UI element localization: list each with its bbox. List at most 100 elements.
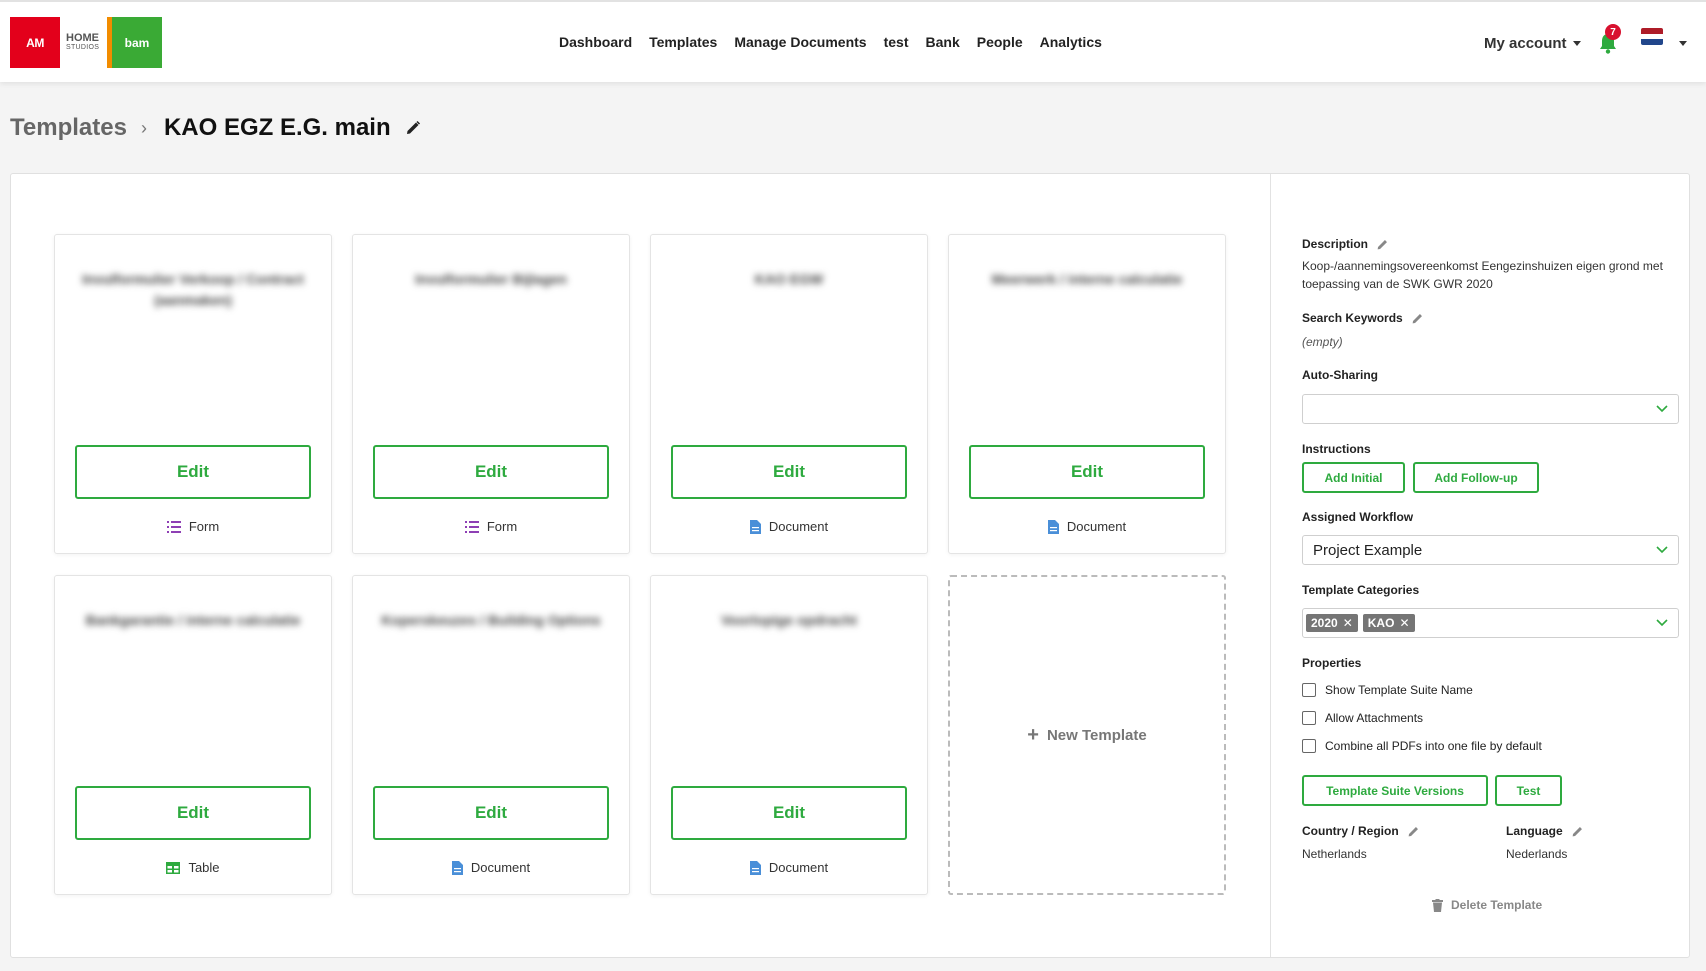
template-type: Document bbox=[651, 860, 927, 875]
chevron-right-icon: › bbox=[140, 117, 147, 138]
language-label-text: Language bbox=[1506, 824, 1563, 838]
netherlands-flag-icon[interactable] bbox=[1641, 28, 1663, 45]
search-keywords-label: Search Keywords bbox=[1302, 311, 1424, 325]
nav-people[interactable]: People bbox=[977, 34, 1023, 50]
edit-button[interactable]: Edit bbox=[969, 445, 1205, 499]
remove-chip-icon[interactable]: ✕ bbox=[1399, 616, 1409, 630]
chevron-down-icon bbox=[1656, 405, 1668, 413]
template-card: Bankgarantie / interne calculatie Edit T… bbox=[54, 575, 332, 895]
nav-analytics[interactable]: Analytics bbox=[1040, 34, 1102, 50]
edit-button[interactable]: Edit bbox=[75, 786, 311, 840]
description-label-text: Description bbox=[1302, 237, 1369, 251]
template-type-label: Document bbox=[1066, 519, 1127, 534]
assigned-workflow-select[interactable]: Project Example bbox=[1302, 535, 1679, 565]
remove-chip-icon[interactable]: ✕ bbox=[1343, 616, 1353, 630]
template-categories-select[interactable]: 2020 ✕ KAO ✕ bbox=[1302, 608, 1679, 638]
language-value: Nederlands bbox=[1506, 847, 1568, 861]
template-card: Koperskeuzes / Building Options Edit Doc… bbox=[352, 575, 630, 895]
main-nav: Dashboard Templates Manage Documents tes… bbox=[559, 34, 1119, 50]
delete-template-button[interactable]: Delete Template bbox=[1432, 898, 1542, 912]
template-card-title: Meerwerk / interne calculatie bbox=[991, 271, 1183, 287]
edit-button[interactable]: Edit bbox=[671, 445, 907, 499]
template-card-title: KAO EGW bbox=[754, 271, 824, 287]
category-chip-label: 2020 bbox=[1311, 616, 1338, 630]
assigned-workflow-label: Assigned Workflow bbox=[1302, 510, 1414, 524]
pencil-icon[interactable] bbox=[1571, 825, 1584, 838]
list-icon bbox=[464, 520, 479, 533]
language-caret-down-icon[interactable] bbox=[1679, 41, 1687, 46]
logo-am: AM bbox=[10, 17, 60, 68]
checkbox-box[interactable] bbox=[1302, 711, 1316, 725]
template-type-label: Document bbox=[470, 860, 531, 875]
template-card-title: Koperskeuzes / Building Options bbox=[381, 612, 601, 628]
pencil-icon[interactable] bbox=[405, 120, 421, 136]
chevron-down-icon bbox=[1656, 619, 1668, 627]
trash-icon bbox=[1432, 898, 1443, 912]
template-type: Document bbox=[651, 519, 927, 534]
combine-pdfs-checkbox[interactable]: Combine all PDFs into one file by defaul… bbox=[1302, 739, 1542, 753]
template-type-label: Document bbox=[768, 519, 829, 534]
checkbox-label: Allow Attachments bbox=[1325, 711, 1424, 725]
show-suite-name-checkbox[interactable]: Show Template Suite Name bbox=[1302, 683, 1473, 697]
logo-studios-text: STUDIOS bbox=[66, 43, 100, 51]
allow-attachments-checkbox[interactable]: Allow Attachments bbox=[1302, 711, 1423, 725]
country-region-label-text: Country / Region bbox=[1302, 824, 1399, 838]
delete-template-label: Delete Template bbox=[1451, 898, 1543, 912]
edit-button[interactable]: Edit bbox=[75, 445, 311, 499]
nav-test[interactable]: test bbox=[884, 34, 909, 50]
template-card-title: Invulformulier Verkoop / Contract (aanma… bbox=[82, 271, 304, 308]
template-categories-label: Template Categories bbox=[1302, 583, 1420, 597]
flag-stripe-blue bbox=[1641, 39, 1663, 45]
template-type-label: Form bbox=[486, 519, 518, 534]
pencil-icon[interactable] bbox=[1411, 312, 1424, 325]
template-type-label: Document bbox=[768, 860, 829, 875]
category-chip: KAO ✕ bbox=[1362, 614, 1415, 632]
breadcrumb-templates-link[interactable]: Templates bbox=[10, 114, 127, 142]
test-button[interactable]: Test bbox=[1495, 775, 1562, 806]
template-suite-versions-button[interactable]: Template Suite Versions bbox=[1302, 775, 1488, 806]
nav-dashboard[interactable]: Dashboard bbox=[559, 34, 632, 50]
list-icon bbox=[166, 520, 181, 533]
template-type: Table bbox=[55, 860, 331, 875]
auto-sharing-label: Auto-Sharing bbox=[1302, 368, 1378, 382]
my-account-menu[interactable]: My account bbox=[1484, 35, 1581, 52]
nav-manage-documents[interactable]: Manage Documents bbox=[734, 34, 866, 50]
checkbox-label: Show Template Suite Name bbox=[1325, 683, 1473, 697]
document-icon bbox=[451, 860, 463, 875]
company-logo[interactable]: AM HOME STUDIOS bam bbox=[10, 17, 162, 68]
template-card-title: Voorlopige opdracht bbox=[721, 612, 857, 628]
template-card: Meerwerk / interne calculatie Edit Docum… bbox=[948, 234, 1226, 554]
plus-icon: + bbox=[1027, 723, 1039, 746]
template-card: KAO EGW Edit Document bbox=[650, 234, 928, 554]
template-card-title: Invulformulier Bijlagen bbox=[415, 271, 567, 287]
document-icon bbox=[749, 519, 761, 534]
nav-templates[interactable]: Templates bbox=[649, 34, 717, 50]
checkbox-label: Combine all PDFs into one file by defaul… bbox=[1325, 739, 1542, 753]
add-follow-up-button[interactable]: Add Follow-up bbox=[1413, 462, 1539, 493]
template-card: Invulformulier Verkoop / Contract (aanma… bbox=[54, 234, 332, 554]
pencil-icon[interactable] bbox=[1407, 825, 1420, 838]
table-icon bbox=[166, 861, 181, 874]
chevron-down-icon bbox=[1656, 546, 1668, 554]
nav-bank[interactable]: Bank bbox=[926, 34, 960, 50]
properties-label: Properties bbox=[1302, 656, 1362, 670]
description-text: Koop-/aannemingsovereenkomst Eengezinshu… bbox=[1302, 259, 1663, 291]
template-properties-sidebar: Description Koop-/aannemingsovereenkomst… bbox=[1270, 174, 1691, 957]
add-initial-button[interactable]: Add Initial bbox=[1302, 462, 1405, 493]
template-type-label: Table bbox=[188, 860, 220, 875]
checkbox-box[interactable] bbox=[1302, 739, 1316, 753]
edit-button[interactable]: Edit bbox=[671, 786, 907, 840]
logo-home-text: HOME bbox=[66, 31, 99, 44]
template-type: Document bbox=[949, 519, 1225, 534]
template-suite-panel: Invulformulier Verkoop / Contract (aanma… bbox=[10, 173, 1690, 958]
search-keywords-label-text: Search Keywords bbox=[1302, 311, 1403, 325]
checkbox-box[interactable] bbox=[1302, 683, 1316, 697]
pencil-icon[interactable] bbox=[1376, 238, 1389, 251]
template-type: Form bbox=[55, 519, 331, 534]
edit-button[interactable]: Edit bbox=[373, 786, 609, 840]
edit-button[interactable]: Edit bbox=[373, 445, 609, 499]
new-template-button[interactable]: + New Template bbox=[948, 575, 1226, 895]
auto-sharing-select[interactable] bbox=[1302, 394, 1679, 424]
notification-badge: 7 bbox=[1605, 24, 1621, 40]
search-keywords-value: (empty) bbox=[1302, 335, 1343, 349]
